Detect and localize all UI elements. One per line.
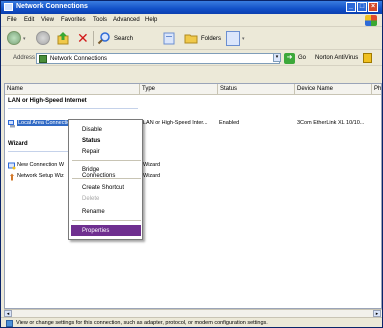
maximize-button[interactable]: □ bbox=[357, 2, 367, 12]
network-setup-wizard-icon[interactable] bbox=[8, 173, 16, 181]
norton-antivirus-button[interactable]: Norton AntiVirus bbox=[315, 55, 358, 61]
column-name[interactable]: Name bbox=[5, 84, 140, 95]
menu-view[interactable]: View bbox=[41, 17, 54, 23]
context-menu: Disable Status Repair Bridge Connections… bbox=[68, 119, 143, 240]
group-title-lan: LAN or High-Speed Internet bbox=[8, 98, 87, 104]
column-device-name[interactable]: Device Name bbox=[295, 84, 372, 95]
windows-logo-icon bbox=[365, 15, 377, 26]
window-title: Network Connections bbox=[16, 3, 88, 10]
title-bar[interactable]: Network Connections _ □ × bbox=[1, 1, 382, 14]
network-connection-icon[interactable] bbox=[8, 120, 16, 128]
search-icon[interactable] bbox=[97, 31, 111, 46]
status-bar: View or change settings for this connect… bbox=[1, 317, 382, 327]
forward-arrow-icon[interactable] bbox=[36, 31, 50, 45]
row-type: Wizard bbox=[143, 162, 161, 168]
horizontal-scrollbar[interactable]: ◂ ▸ bbox=[4, 309, 382, 317]
menu-favorites[interactable]: Favorites bbox=[61, 17, 86, 23]
menu-item-disable[interactable]: Disable bbox=[71, 124, 141, 135]
row-type: Wizard bbox=[143, 173, 161, 179]
norton-shield-icon[interactable] bbox=[363, 53, 372, 63]
folder-up-icon[interactable] bbox=[57, 31, 69, 45]
toolbar: ▾ ✕ Search Folders ▾ bbox=[1, 28, 382, 50]
menu-bar: File Edit View Favorites Tools Advanced … bbox=[1, 14, 382, 27]
address-input[interactable]: Network Connections bbox=[36, 53, 280, 64]
toolbar-separator bbox=[93, 31, 94, 46]
address-dropdown-icon[interactable]: ▾ bbox=[273, 53, 281, 62]
scroll-left-icon[interactable]: ◂ bbox=[4, 310, 12, 317]
address-label: Address bbox=[13, 55, 36, 61]
network-connections-icon bbox=[4, 3, 13, 11]
folders-icon[interactable] bbox=[184, 31, 198, 46]
row-name-local-area-connection[interactable]: Local Area Connection bbox=[17, 120, 75, 126]
close-button[interactable]: × bbox=[368, 2, 378, 12]
explorer-window: Network Connections _ □ × File Edit View… bbox=[0, 0, 383, 328]
group-title-wizard: Wizard bbox=[8, 141, 28, 147]
search-button[interactable]: Search bbox=[114, 36, 133, 42]
connections-list[interactable]: Name Type Status Device Name Pho LAN or … bbox=[4, 83, 382, 309]
menu-file[interactable]: File bbox=[7, 17, 17, 23]
scroll-right-icon[interactable]: ▸ bbox=[373, 310, 381, 317]
row-status: Enabled bbox=[219, 120, 240, 126]
new-connection-wizard-icon[interactable] bbox=[8, 162, 16, 170]
address-bar: Address Network Connections ▾ ➜ Go Norto… bbox=[1, 51, 382, 66]
go-button[interactable]: Go bbox=[298, 55, 306, 61]
back-arrow-icon[interactable] bbox=[7, 31, 21, 45]
menu-separator bbox=[72, 178, 141, 179]
folders-button[interactable]: Folders bbox=[201, 36, 221, 42]
row-name-new-connection-wizard[interactable]: New Connection W bbox=[17, 162, 64, 168]
views-icon[interactable] bbox=[226, 31, 240, 46]
row-name-network-setup-wizard[interactable]: Network Setup Wiz bbox=[17, 173, 64, 179]
back-dropdown-icon[interactable]: ▾ bbox=[23, 36, 26, 42]
views-dropdown-icon[interactable]: ▾ bbox=[242, 36, 245, 42]
menu-item-status[interactable]: Status bbox=[71, 135, 141, 146]
row-type: LAN or High-Speed Inter... bbox=[143, 120, 208, 126]
menu-edit[interactable]: Edit bbox=[24, 17, 34, 23]
go-arrow-icon[interactable]: ➜ bbox=[284, 53, 295, 64]
menu-item-bridge-connections[interactable]: Bridge Connections bbox=[71, 164, 141, 179]
menu-separator bbox=[72, 220, 141, 221]
column-type[interactable]: Type bbox=[140, 84, 218, 95]
folder-doc-icon[interactable] bbox=[163, 31, 175, 46]
column-header-row: Name Type Status Device Name Pho bbox=[5, 84, 381, 95]
menu-tools[interactable]: Tools bbox=[93, 17, 107, 23]
menu-separator bbox=[72, 160, 141, 161]
menu-item-delete: Delete bbox=[82, 196, 100, 202]
menu-help[interactable]: Help bbox=[145, 17, 157, 23]
column-phone[interactable]: Pho bbox=[372, 84, 381, 95]
menu-item-rename[interactable]: Rename bbox=[71, 206, 141, 217]
menu-advanced[interactable]: Advanced bbox=[113, 17, 140, 23]
network-connections-icon bbox=[39, 55, 47, 63]
group-divider bbox=[8, 108, 138, 109]
menu-item-properties[interactable]: Properties bbox=[71, 225, 141, 236]
menu-item-repair[interactable]: Repair bbox=[71, 146, 141, 157]
status-text: View or change settings for this connect… bbox=[16, 320, 268, 326]
menu-item-create-shortcut[interactable]: Create Shortcut bbox=[71, 182, 141, 193]
minimize-button[interactable]: _ bbox=[346, 2, 356, 12]
delete-x-icon[interactable]: ✕ bbox=[77, 31, 91, 46]
address-value: Network Connections bbox=[50, 56, 108, 62]
row-device-name: 3Com EtherLink XL 10/10... bbox=[297, 120, 365, 126]
column-status[interactable]: Status bbox=[218, 84, 295, 95]
status-network-icon bbox=[6, 320, 13, 327]
